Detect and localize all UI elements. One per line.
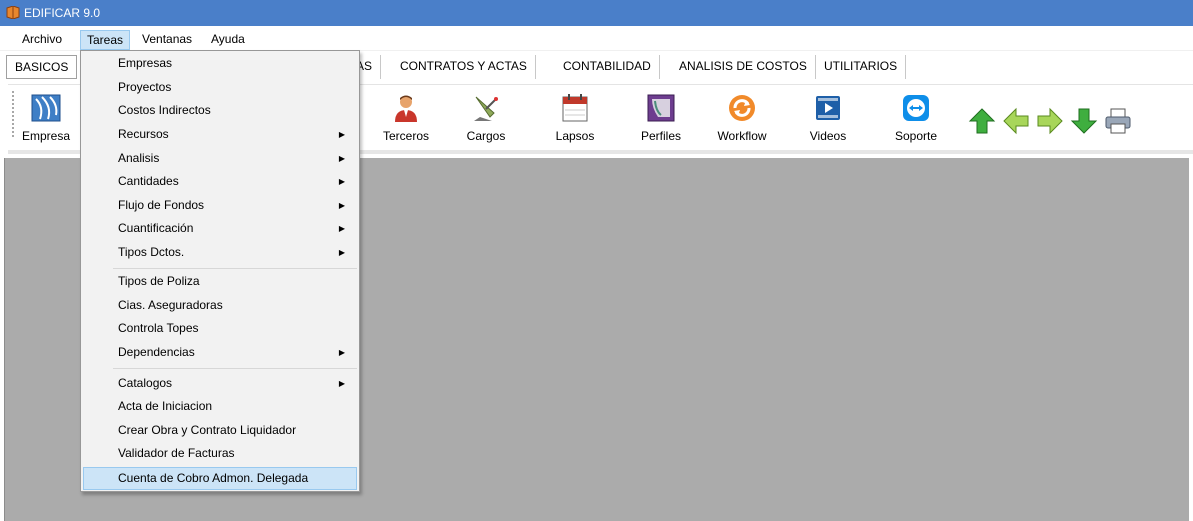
menu-item-label: Tipos Dctos. bbox=[118, 245, 185, 259]
menu-item-label: Recursos bbox=[118, 127, 169, 141]
menu-item-label: Costos Indirectos bbox=[118, 103, 211, 117]
menu-item-label: Tipos de Poliza bbox=[118, 274, 200, 288]
submenu-arrow-icon: ▶ bbox=[338, 177, 345, 186]
tool-cargos[interactable]: Cargos bbox=[456, 93, 516, 143]
menu-item-label: Flujo de Fondos bbox=[118, 198, 205, 212]
menu-item-label: Crear Obra y Contrato Liquidador bbox=[118, 423, 297, 437]
tool-soporte-label: Soporte bbox=[894, 129, 938, 143]
tool-perfiles[interactable]: Perfiles bbox=[631, 93, 691, 143]
tab-utilitarios[interactable]: UTILITARIOS bbox=[816, 55, 907, 79]
menu-item-catalogos[interactable]: Catalogos ▶ bbox=[83, 372, 357, 395]
tool-empresas[interactable]: Empresa bbox=[16, 93, 76, 143]
menu-item-label: Controla Topes bbox=[118, 321, 199, 335]
menu-item-cuantificacion[interactable]: Cuantificación ▶ bbox=[83, 217, 357, 240]
remote-support-icon bbox=[903, 95, 929, 121]
tool-lapsos[interactable]: Lapsos bbox=[545, 93, 605, 143]
menu-item-label: Dependencias bbox=[118, 345, 195, 359]
tareas-dropdown-menu: Empresas Proyectos Costos Indirectos Rec… bbox=[80, 50, 360, 492]
menu-item-cuenta-de-cobro-admon-delegada[interactable]: Cuenta de Cobro Admon. Delegada bbox=[83, 467, 357, 490]
arrow-up-icon[interactable] bbox=[968, 107, 996, 135]
arrow-down-icon[interactable] bbox=[1070, 107, 1098, 135]
menu-item-cantidades[interactable]: Cantidades ▶ bbox=[83, 170, 357, 193]
profiles-icon bbox=[647, 94, 675, 122]
submenu-arrow-icon: ▶ bbox=[338, 224, 345, 233]
menu-separator bbox=[113, 368, 357, 369]
tab-basicos[interactable]: BASICOS bbox=[6, 55, 78, 79]
satellite-icon bbox=[474, 96, 498, 121]
tool-cargos-label: Cargos bbox=[466, 129, 506, 143]
menu-item-empresas[interactable]: Empresas bbox=[83, 52, 357, 75]
menu-ventanas[interactable]: Ventanas bbox=[136, 30, 198, 50]
person-icon bbox=[395, 95, 417, 122]
menu-item-validador-de-facturas[interactable]: Validador de Facturas bbox=[83, 442, 357, 465]
tool-lapsos-label: Lapsos bbox=[555, 129, 595, 143]
tool-videos-label: Videos bbox=[809, 129, 847, 143]
submenu-arrow-icon: ▶ bbox=[338, 348, 345, 357]
menu-item-tipos-dctos[interactable]: Tipos Dctos. ▶ bbox=[83, 241, 357, 264]
edificar-app-icon bbox=[6, 6, 20, 19]
menu-item-label: Empresas bbox=[118, 56, 173, 70]
menu-item-label: Acta de Iniciacion bbox=[118, 399, 213, 413]
submenu-arrow-icon: ▶ bbox=[338, 130, 345, 139]
menu-item-label: Cuantificación bbox=[118, 221, 194, 235]
menu-item-costos-indirectos[interactable]: Costos Indirectos bbox=[83, 99, 357, 122]
arrow-right-icon[interactable] bbox=[1036, 107, 1064, 135]
menu-archivo[interactable]: Archivo bbox=[16, 30, 68, 50]
menu-item-controla-topes[interactable]: Controla Topes bbox=[83, 317, 357, 340]
menu-item-proyectos[interactable]: Proyectos bbox=[83, 76, 357, 99]
menu-item-flujo-de-fondos[interactable]: Flujo de Fondos ▶ bbox=[83, 194, 357, 217]
tab-contratos-y-actas[interactable]: CONTRATOS Y ACTAS bbox=[392, 55, 536, 79]
menu-bar: Archivo Tareas Ventanas Ayuda bbox=[0, 26, 1193, 51]
tool-workflow-label: Workflow bbox=[717, 129, 767, 143]
refresh-icon bbox=[729, 95, 755, 121]
empresas-icon bbox=[31, 94, 61, 122]
menu-item-label: Proyectos bbox=[118, 80, 172, 94]
menu-separator bbox=[113, 268, 357, 269]
menu-item-analisis[interactable]: Analisis ▶ bbox=[83, 147, 357, 170]
tab-analisis-de-costos[interactable]: ANALISIS DE COSTOS bbox=[671, 55, 816, 79]
tool-perfiles-label: Perfiles bbox=[640, 129, 681, 143]
menu-ayuda[interactable]: Ayuda bbox=[205, 30, 251, 50]
tool-terceros[interactable]: Terceros bbox=[376, 93, 436, 143]
arrow-left-icon[interactable] bbox=[1002, 107, 1030, 135]
toolbar-grip[interactable] bbox=[12, 91, 14, 137]
submenu-arrow-icon: ▶ bbox=[338, 201, 345, 210]
menu-item-label: Catalogos bbox=[118, 376, 173, 390]
title-bar: EDIFICAR 9.0 bbox=[0, 0, 1193, 26]
submenu-arrow-icon: ▶ bbox=[338, 248, 345, 257]
menu-item-cias-aseguradoras[interactable]: Cias. Aseguradoras bbox=[83, 294, 357, 317]
tool-empresas-label: Empresa bbox=[21, 129, 71, 143]
tool-terceros-label: Terceros bbox=[382, 129, 429, 143]
menu-item-dependencias[interactable]: Dependencias ▶ bbox=[83, 341, 357, 364]
tool-videos[interactable]: Videos bbox=[798, 93, 858, 143]
menu-item-label: Analisis bbox=[118, 151, 160, 165]
menu-item-label: Cuenta de Cobro Admon. Delegada bbox=[118, 471, 309, 485]
menu-item-acta-de-iniciacion[interactable]: Acta de Iniciacion bbox=[83, 395, 357, 418]
menu-tareas[interactable]: Tareas bbox=[80, 30, 131, 50]
menu-item-tipos-de-poliza[interactable]: Tipos de Poliza bbox=[83, 270, 357, 293]
submenu-arrow-icon: ▶ bbox=[338, 154, 345, 163]
menu-item-label: Cias. Aseguradoras bbox=[118, 298, 223, 312]
menu-item-crear-obra-y-contrato-liquidador[interactable]: Crear Obra y Contrato Liquidador bbox=[83, 419, 357, 442]
tool-workflow[interactable]: Workflow bbox=[712, 93, 772, 143]
video-icon bbox=[816, 96, 840, 120]
menu-item-label: Cantidades bbox=[118, 174, 179, 188]
menu-item-recursos[interactable]: Recursos ▶ bbox=[83, 123, 357, 146]
printer-icon[interactable] bbox=[1104, 107, 1132, 135]
calendar-icon bbox=[562, 94, 588, 122]
submenu-arrow-icon: ▶ bbox=[338, 379, 345, 388]
tool-soporte[interactable]: Soporte bbox=[886, 93, 946, 143]
menu-item-label: Validador de Facturas bbox=[118, 446, 235, 460]
window-title: EDIFICAR 9.0 bbox=[24, 6, 101, 20]
tab-contabilidad[interactable]: CONTABILIDAD bbox=[555, 55, 660, 79]
